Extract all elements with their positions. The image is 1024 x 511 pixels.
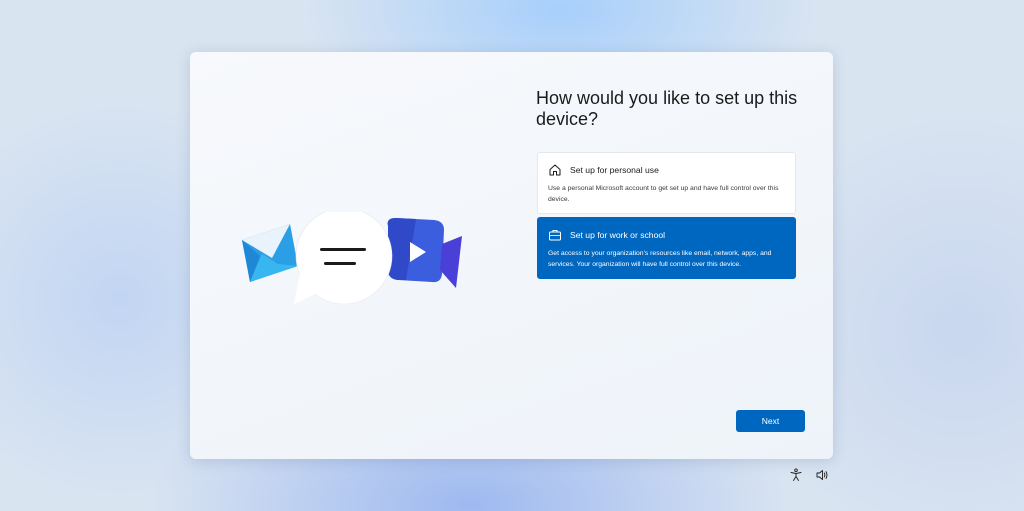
setup-dialog: How would you like to set up this device… [190,52,833,459]
mail-icon [242,224,298,282]
communication-illustration [242,212,462,305]
accessibility-icon[interactable] [789,468,803,482]
home-icon [549,164,561,176]
work-or-school-option[interactable]: Set up for work or school Get access to … [537,217,796,279]
page-title: How would you like to set up this device… [536,88,798,129]
personal-use-option[interactable]: Set up for personal use Use a personal M… [537,152,796,214]
work-or-school-title: Set up for work or school [570,230,666,240]
volume-icon[interactable] [815,468,829,482]
personal-use-title: Set up for personal use [570,165,659,175]
chat-bubble-icon [294,212,393,305]
next-button[interactable]: Next [736,410,805,432]
briefcase-icon [549,230,561,241]
video-camera-icon [387,218,462,288]
work-or-school-description: Get access to your organization's resour… [548,250,772,268]
personal-use-description: Use a personal Microsoft account to get … [548,185,779,203]
